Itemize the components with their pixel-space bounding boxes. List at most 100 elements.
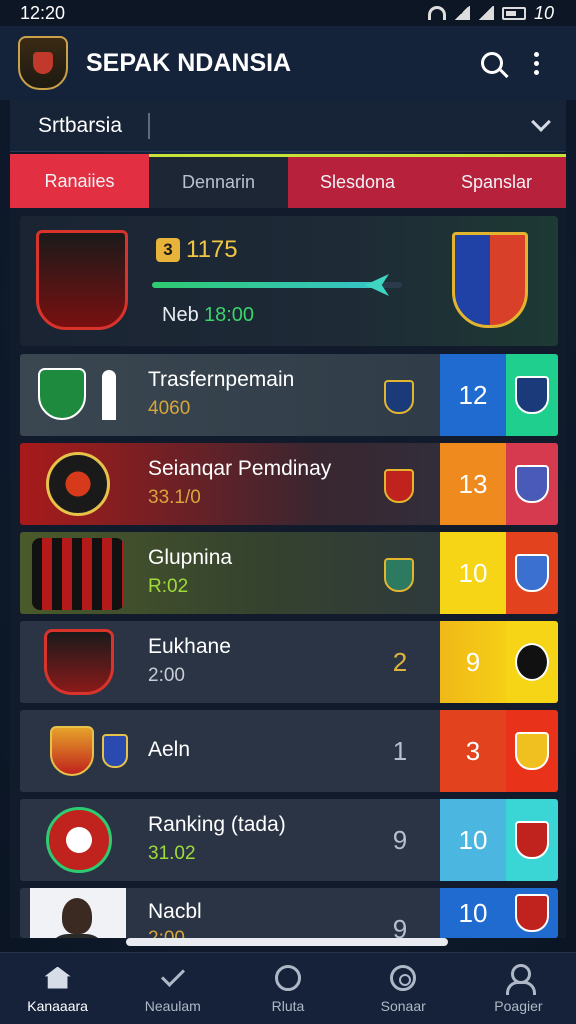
row-badge: [506, 532, 558, 614]
nav-results[interactable]: Neaulam: [115, 953, 230, 1024]
tab-3[interactable]: Slesdona: [288, 154, 427, 208]
badge-crest-icon: [515, 894, 549, 932]
match-time-value: 18:00: [204, 304, 255, 326]
list-item[interactable]: Ranking (tada) 31.02 9 10: [20, 799, 558, 881]
app-title: SEPAK NDANSIA: [86, 48, 292, 77]
search-button[interactable]: [470, 41, 514, 85]
row-subtitle: 2:00: [148, 928, 185, 938]
more-vertical-icon: [533, 51, 539, 75]
nav-label: Kanaaara: [27, 997, 88, 1014]
player-photo: [30, 888, 126, 938]
status-icons: 10: [427, 2, 554, 24]
row-title: Nacbl: [148, 900, 202, 923]
list-item[interactable]: Glupnina R:02 10: [20, 532, 558, 614]
tab-2[interactable]: Dennarin: [149, 154, 288, 208]
user-icon: [504, 963, 537, 995]
bottom-nav: Kanaaara Neaulam Rluta Sonaar Poagier: [0, 952, 576, 1024]
nav-label: Sonaar: [380, 997, 426, 1014]
row-title: Seianqar Pemdinay: [148, 457, 332, 480]
tab-1[interactable]: Ranaiies: [10, 154, 149, 208]
tab-bar: Ranaiies Dennarin Slesdona Spanslar: [10, 154, 566, 208]
row-subtitle: 31.02: [148, 843, 196, 864]
match-progress-fill: [152, 282, 377, 288]
mini-crest-icon: [384, 469, 414, 503]
row-title: Trasfernpemain: [148, 368, 295, 391]
row-title: Aeln: [148, 738, 191, 761]
badge-crest-icon: [515, 465, 549, 503]
ball-icon: [274, 964, 302, 992]
mini-crest-icon: [384, 558, 414, 592]
row-badge: [506, 799, 558, 881]
club-crest-icon: [38, 368, 86, 420]
app-logo-icon: [18, 36, 68, 90]
match-time-label: Neb: [162, 304, 199, 326]
league-selector-label: Srtbarsia: [38, 113, 123, 137]
list-item[interactable]: Eukhane 2:00 2 9: [20, 621, 558, 703]
status-time: 12:20: [20, 2, 66, 23]
row-score: 10: [440, 888, 506, 938]
club-crest-icon: [44, 629, 114, 695]
club-crest-icon: [46, 452, 110, 516]
row-badge: [506, 621, 558, 703]
row-subtitle: 2:00: [148, 665, 185, 686]
signal-icon: [453, 6, 470, 20]
ranking-list: 3 1175 Neb 18:00 Trasfernpemain 4060 12 …: [10, 208, 566, 938]
row-badge: [506, 443, 558, 525]
match-card[interactable]: 3 1175 Neb 18:00: [20, 216, 558, 346]
list-item[interactable]: Seianqar Pemdinay 33.1/0 13: [20, 443, 558, 525]
row-rank: 9: [392, 914, 408, 938]
check-icon: [159, 962, 187, 992]
home-icon: [44, 964, 72, 992]
nav-label: Rluta: [271, 997, 305, 1014]
signal-bars-icon: [477, 6, 494, 20]
row-subtitle: R:02: [148, 576, 189, 597]
row-title: Glupnina: [148, 546, 233, 569]
club-crest-icon: [46, 807, 112, 873]
row-badge: [506, 710, 558, 792]
score-badge: 3: [156, 238, 180, 262]
row-score: 10: [440, 532, 506, 614]
nav-target[interactable]: Sonaar: [346, 953, 461, 1024]
text-cursor: [148, 112, 151, 139]
league-selector[interactable]: Srtbarsia: [10, 100, 566, 152]
match-score: 1175: [186, 236, 238, 263]
row-subtitle: 33.1/0: [148, 487, 201, 508]
match-progress-bar: [152, 274, 402, 296]
badge-crest-icon: [515, 643, 549, 681]
home-indicator[interactable]: [126, 938, 448, 946]
badge-crest-icon: [515, 376, 549, 414]
tab-4[interactable]: Spanslar: [427, 154, 566, 208]
search-icon: [481, 52, 503, 74]
wifi-icon: [427, 6, 446, 20]
torch-icon: [102, 370, 116, 420]
row-score: 3: [440, 710, 506, 792]
progress-knob-icon: [365, 274, 389, 296]
jersey-icon: [32, 538, 124, 610]
club-crest-icon: [50, 726, 94, 776]
row-score: 10: [440, 799, 506, 881]
badge-crest-icon: [515, 554, 549, 592]
list-item[interactable]: Aeln 1 3: [20, 710, 558, 792]
battery-icon: [501, 6, 526, 20]
battery-level: 10: [533, 2, 554, 23]
row-rank: 9: [392, 825, 408, 855]
row-rank: 1: [392, 736, 408, 766]
nav-ball[interactable]: Rluta: [230, 953, 345, 1024]
badge-crest-icon: [515, 821, 549, 859]
nav-home[interactable]: Kanaaara: [0, 953, 115, 1024]
row-score: 13: [440, 443, 506, 525]
row-rank: 2: [392, 647, 408, 677]
list-item[interactable]: Trasfernpemain 4060 12: [20, 354, 558, 436]
row-title: Ranking (tada): [148, 813, 286, 836]
app-header: SEPAK NDANSIA: [0, 26, 576, 100]
secondary-crest-icon: [102, 734, 128, 768]
nav-label: Neaulam: [144, 997, 201, 1014]
list-item[interactable]: Nacbl 2:00 9 10: [20, 888, 558, 938]
more-options-button[interactable]: [514, 41, 558, 85]
row-badge: [506, 888, 558, 938]
mini-crest-icon: [384, 380, 414, 414]
row-score: 12: [440, 354, 506, 436]
badge-crest-icon: [515, 732, 549, 770]
nav-profile[interactable]: Poagier: [461, 953, 576, 1024]
row-subtitle: 4060: [148, 398, 191, 419]
